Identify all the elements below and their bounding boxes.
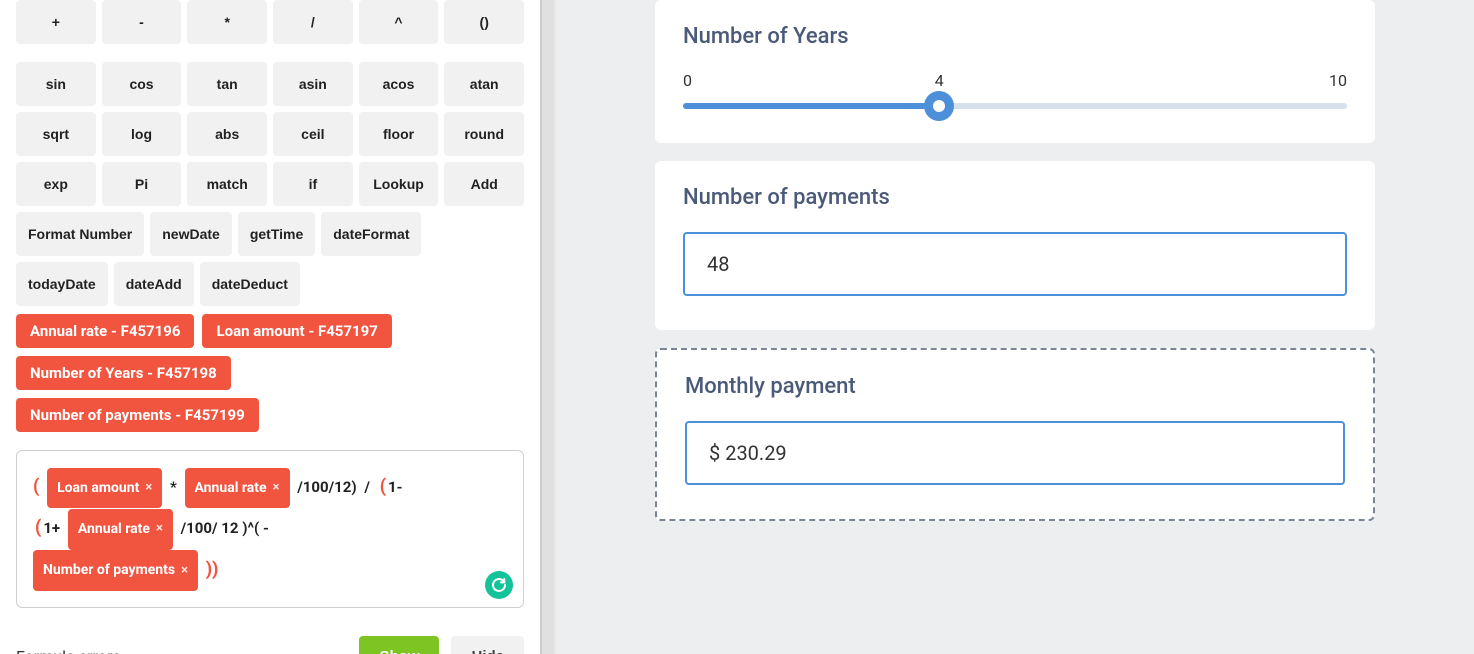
fn-match[interactable]: match xyxy=(187,162,267,206)
fn-datededuct[interactable]: dateDeduct xyxy=(200,262,300,306)
slider-thumb[interactable] xyxy=(924,91,954,121)
op-power[interactable]: ^ xyxy=(359,0,439,44)
grammarly-icon[interactable] xyxy=(485,571,513,599)
slider-max-label: 10 xyxy=(1329,71,1347,90)
card-number-of-years: Number of Years 0 10 4 xyxy=(655,0,1375,143)
chip-remove-icon[interactable]: × xyxy=(145,474,152,503)
fn-floor[interactable]: floor xyxy=(359,112,439,156)
op-plus[interactable]: + xyxy=(16,0,96,44)
variable-list-2: Number of Years - F457198 xyxy=(16,356,524,390)
formula-errors-row: Formula errors Show Hide xyxy=(16,636,524,654)
fn-if[interactable]: if xyxy=(273,162,353,206)
fn-todaydate[interactable]: todayDate xyxy=(16,262,108,306)
formula-segment: (1+ xyxy=(33,519,64,537)
paren-open-icon: ( xyxy=(380,476,386,497)
fn-exp[interactable]: exp xyxy=(16,162,96,206)
variable-list-3: Number of payments - F457199 xyxy=(16,398,524,432)
chip-annual-rate-1[interactable]: Annual rate × xyxy=(185,468,290,509)
fn-pi[interactable]: Pi xyxy=(102,162,182,206)
chip-label: Number of payments xyxy=(43,555,175,586)
fn-tan[interactable]: tan xyxy=(187,62,267,106)
chip-loan-amount[interactable]: Loan amount × xyxy=(47,468,162,509)
chip-number-of-payments[interactable]: Number of payments × xyxy=(33,550,198,591)
chip-label: Annual rate xyxy=(195,473,267,504)
card-title: Number of payments xyxy=(683,185,1347,210)
hide-errors-button[interactable]: Hide xyxy=(451,636,524,654)
fn-atan[interactable]: atan xyxy=(444,62,524,106)
show-errors-button[interactable]: Show xyxy=(359,636,439,654)
var-loan-amount[interactable]: Loan amount - F457197 xyxy=(202,314,391,348)
paren-open-icon: ( xyxy=(35,517,41,538)
variable-list: Annual rate - F457196 Loan amount - F457… xyxy=(16,314,524,348)
fn-add[interactable]: Add xyxy=(444,162,524,206)
chip-label: Annual rate xyxy=(78,514,150,545)
fn-format-number[interactable]: Format Number xyxy=(16,212,144,256)
op-star: * xyxy=(170,478,177,496)
slider-min-label: 0 xyxy=(683,71,692,90)
formula-editor[interactable]: ( Loan amount × * Annual rate × /100/12)… xyxy=(16,450,524,608)
op-divide-text: / xyxy=(364,478,370,496)
fn-row-2: sqrt log abs ceil floor round xyxy=(16,112,524,156)
fn-round[interactable]: round xyxy=(444,112,524,156)
slider-track[interactable] xyxy=(683,103,1347,109)
chip-remove-icon[interactable]: × xyxy=(156,515,163,544)
fn-row-3: exp Pi match if Lookup Add xyxy=(16,162,524,206)
fn-sin[interactable]: sin xyxy=(16,62,96,106)
chip-remove-icon[interactable]: × xyxy=(181,557,188,586)
fn-row-5: todayDate dateAdd dateDeduct xyxy=(16,262,524,306)
var-number-of-years[interactable]: Number of Years - F457198 xyxy=(16,356,231,390)
chip-label: Loan amount xyxy=(57,473,139,504)
paren-open-icon: ( xyxy=(33,476,39,497)
formula-segment: (1- xyxy=(378,478,403,496)
years-slider[interactable]: 0 10 4 xyxy=(683,71,1347,109)
operator-row: + - * / ^ () xyxy=(16,0,524,44)
fn-row-4: Format Number newDate getTime dateFormat xyxy=(16,212,524,256)
fn-gettime[interactable]: getTime xyxy=(238,212,315,256)
slider-labels: 0 10 xyxy=(683,71,1347,90)
op-divide[interactable]: / xyxy=(273,0,353,44)
preview-panel: Number of Years 0 10 4 Number of payment… xyxy=(556,0,1474,654)
fn-row-1: sin cos tan asin acos atan xyxy=(16,62,524,106)
slider-value-label: 4 xyxy=(935,71,944,90)
card-title: Number of Years xyxy=(683,24,1347,49)
op-parens[interactable]: () xyxy=(444,0,524,44)
card-monthly-payment[interactable]: Monthly payment $ 230.29 xyxy=(655,348,1375,521)
fn-ceil[interactable]: ceil xyxy=(273,112,353,156)
var-annual-rate[interactable]: Annual rate - F457196 xyxy=(16,314,194,348)
formula-errors-label: Formula errors xyxy=(16,647,347,654)
fn-cos[interactable]: cos xyxy=(102,62,182,106)
chip-annual-rate-2[interactable]: Annual rate × xyxy=(68,509,173,550)
fn-abs[interactable]: abs xyxy=(187,112,267,156)
monthly-value-field: $ 230.29 xyxy=(685,421,1345,485)
fn-newdate[interactable]: newDate xyxy=(150,212,232,256)
fn-lookup[interactable]: Lookup xyxy=(359,162,439,206)
fn-acos[interactable]: acos xyxy=(359,62,439,106)
fn-dateformat[interactable]: dateFormat xyxy=(321,212,421,256)
slider-fill xyxy=(683,103,939,109)
op-minus[interactable]: - xyxy=(102,0,182,44)
fn-asin[interactable]: asin xyxy=(273,62,353,106)
op-multiply[interactable]: * xyxy=(187,0,267,44)
fn-sqrt[interactable]: sqrt xyxy=(16,112,96,156)
paren-close-icon: )) xyxy=(206,559,219,580)
fn-log[interactable]: log xyxy=(102,112,182,156)
card-number-of-payments: Number of payments 48 xyxy=(655,161,1375,330)
fn-dateadd[interactable]: dateAdd xyxy=(114,262,194,306)
card-title: Monthly payment xyxy=(685,374,1345,399)
formula-builder-panel: + - * / ^ () sin cos tan asin acos atan … xyxy=(0,0,540,654)
payments-value-field[interactable]: 48 xyxy=(683,232,1347,296)
var-number-of-payments[interactable]: Number of payments - F457199 xyxy=(16,398,259,432)
formula-segment: /100/ 12 )^( - xyxy=(181,519,269,537)
formula-segment: /100/12) xyxy=(297,478,356,496)
panel-divider xyxy=(540,0,556,654)
chip-remove-icon[interactable]: × xyxy=(273,474,280,503)
